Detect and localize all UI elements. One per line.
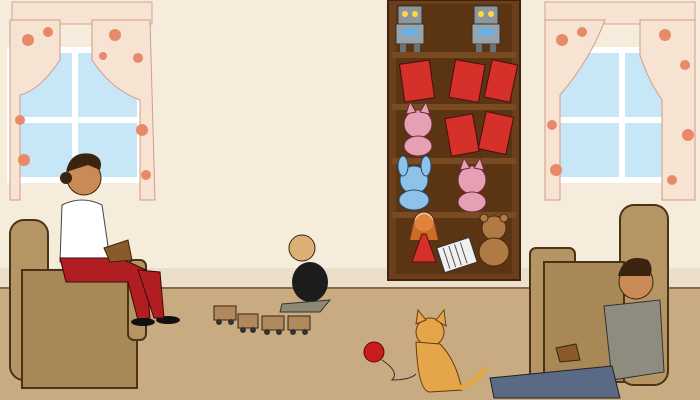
pink-cat-plush[interactable] [403, 100, 433, 157]
book[interactable] [444, 113, 480, 157]
book[interactable] [448, 59, 486, 103]
pink-cat-plush[interactable] [457, 156, 487, 213]
red-dress-doll[interactable] [410, 211, 438, 263]
book[interactable] [398, 59, 436, 103]
game-scene [0, 0, 700, 400]
scene-canvas [0, 0, 700, 400]
